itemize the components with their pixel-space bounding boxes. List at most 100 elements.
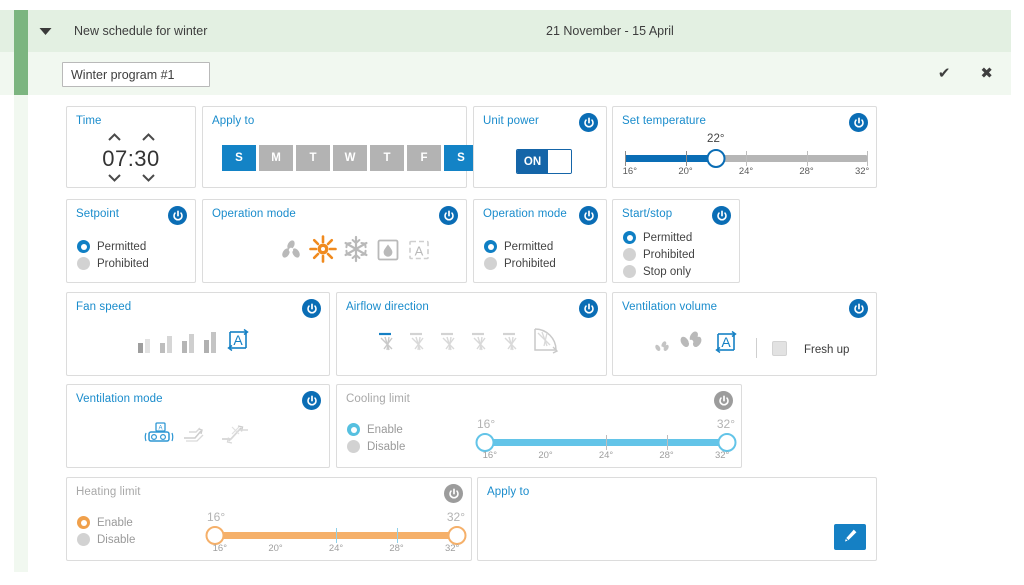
card-title-ventilation-mode: Ventilation mode <box>76 393 163 405</box>
schedule-edit-row: ✔ ✖ <box>0 52 1011 95</box>
radio-dot <box>623 265 636 278</box>
tick-label: 20° <box>268 543 283 554</box>
ventilation-heat-exchange-icon[interactable] <box>219 419 251 454</box>
minute-down-arrow[interactable] <box>141 174 155 185</box>
time-spinner: 07:30 <box>67 133 195 185</box>
radio-prohibited[interactable]: Prohibited <box>623 246 695 263</box>
airflow-position-2-icon[interactable] <box>406 327 434 360</box>
power-icon[interactable] <box>439 206 458 225</box>
card-title-setpoint: Setpoint <box>76 208 119 220</box>
hour-up-arrow[interactable] <box>107 133 121 144</box>
slider-tick <box>746 151 747 166</box>
tick-label: 28° <box>659 450 674 461</box>
edit-apply-to-button[interactable] <box>834 524 866 550</box>
day-button-sunday[interactable]: S <box>222 145 256 171</box>
airflow-position-4-icon[interactable] <box>468 327 496 360</box>
fan-speed-4-icon[interactable] <box>201 329 221 360</box>
radio-enable[interactable]: Enable <box>77 514 135 531</box>
card-time: Time 07:30 <box>66 106 196 188</box>
card-apply-to-zones: Apply to <box>477 477 877 561</box>
slider-tick-labels: 16° 20° 24° 28° 32° <box>623 166 870 178</box>
auto-mode-icon[interactable]: A <box>405 236 433 269</box>
header-actions: ✔ ✖ <box>934 52 997 95</box>
power-icon[interactable] <box>579 299 598 318</box>
radio-label: Enable <box>97 516 133 529</box>
power-icon[interactable] <box>579 113 598 132</box>
power-icon[interactable] <box>579 206 598 225</box>
program-name-input[interactable] <box>62 62 210 87</box>
confirm-button[interactable]: ✔ <box>934 64 955 83</box>
fan-speed-selector: A <box>135 325 253 360</box>
dry-mode-icon[interactable] <box>374 236 402 269</box>
radio-prohibited[interactable]: Prohibited <box>77 255 149 272</box>
card-airflow-direction: Airflow direction <box>336 292 607 376</box>
card-operation-mode-permission: Operation mode Permitted Prohibited <box>473 199 607 283</box>
ventilation-high-icon[interactable] <box>676 327 706 362</box>
radio-permitted[interactable]: Permitted <box>77 238 149 255</box>
card-operation-mode-icons: Operation mode A <box>202 199 467 283</box>
radio-prohibited[interactable]: Prohibited <box>484 255 556 272</box>
power-icon[interactable] <box>712 206 731 225</box>
fan-speed-3-icon[interactable] <box>179 329 199 360</box>
power-icon[interactable] <box>849 113 868 132</box>
hour-down-arrow[interactable] <box>107 174 121 185</box>
radio-disable[interactable]: Disable <box>347 438 405 455</box>
fresh-up-checkbox[interactable] <box>772 341 787 356</box>
slider-tick <box>666 435 668 450</box>
power-icon[interactable] <box>849 299 868 318</box>
tick-label: 32° <box>854 166 870 177</box>
power-icon[interactable] <box>714 391 733 410</box>
radio-permitted[interactable]: Permitted <box>623 229 695 246</box>
cooling-limit-low-value: 16° <box>477 417 496 431</box>
ventilation-auto-icon[interactable]: A <box>711 327 741 362</box>
radio-stop-only[interactable]: Stop only <box>623 263 695 280</box>
power-icon[interactable] <box>444 484 463 503</box>
cooling-limit-options: Enable Disable <box>347 421 405 455</box>
section-divider <box>756 338 757 358</box>
airflow-position-3-icon[interactable] <box>437 327 465 360</box>
radio-disable[interactable]: Disable <box>77 531 135 548</box>
power-icon[interactable] <box>302 391 321 410</box>
airflow-swing-icon[interactable] <box>530 325 562 360</box>
ventilation-bypass-icon[interactable] <box>181 419 213 454</box>
power-icon[interactable] <box>302 299 321 318</box>
radio-permitted[interactable]: Permitted <box>484 238 556 255</box>
airflow-position-1-icon[interactable] <box>375 327 403 360</box>
cool-mode-icon[interactable] <box>341 234 371 269</box>
ventilation-low-icon[interactable] <box>653 335 671 362</box>
radio-dot <box>484 240 497 253</box>
radio-enable[interactable]: Enable <box>347 421 405 438</box>
setpoint-options: Permitted Prohibited <box>77 238 149 272</box>
radio-label: Prohibited <box>504 257 556 270</box>
heat-mode-icon[interactable] <box>308 234 338 269</box>
cancel-button[interactable]: ✖ <box>976 64 997 83</box>
cooling-limit-high-value: 32° <box>716 417 735 431</box>
fan-speed-2-icon[interactable] <box>157 329 177 360</box>
day-button-wednesday[interactable]: W <box>333 145 367 171</box>
chevron-down-icon[interactable] <box>31 10 59 52</box>
day-button-friday[interactable]: F <box>407 145 441 171</box>
day-button-thursday[interactable]: T <box>370 145 404 171</box>
power-icon[interactable] <box>168 206 187 225</box>
radio-label: Permitted <box>504 240 554 253</box>
radio-label: Prohibited <box>97 257 149 270</box>
tick-label: 16° <box>482 450 498 461</box>
radio-label: Stop only <box>643 265 691 278</box>
time-value[interactable]: 07:30 <box>102 146 160 172</box>
ventilation-auto-mode-icon[interactable]: A <box>143 419 175 454</box>
airflow-position-5-icon[interactable] <box>499 327 527 360</box>
radio-dot <box>77 533 90 546</box>
time-increment-row <box>107 133 155 144</box>
tick-label: 32° <box>444 543 460 554</box>
tick-label: 28° <box>799 166 814 177</box>
fan-mode-icon[interactable] <box>277 236 305 269</box>
unit-power-toggle[interactable]: ON <box>516 149 572 174</box>
day-button-tuesday[interactable]: T <box>296 145 330 171</box>
day-button-monday[interactable]: M <box>259 145 293 171</box>
minute-up-arrow[interactable] <box>141 133 155 144</box>
ventilation-mode-selector: A <box>143 419 251 454</box>
slider-tick <box>625 151 626 166</box>
fan-speed-auto-icon[interactable]: A <box>223 325 253 360</box>
fan-speed-1-icon[interactable] <box>135 329 155 360</box>
card-setpoint: Setpoint Permitted Prohibited <box>66 199 196 283</box>
